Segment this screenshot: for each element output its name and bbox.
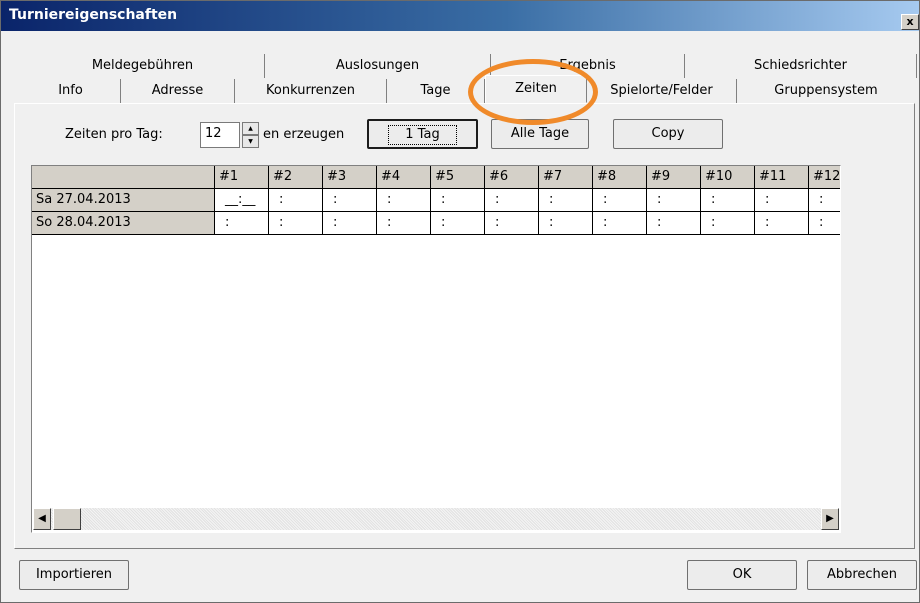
tab-konkurrenzen[interactable]: Konkurrenzen [235, 79, 387, 103]
time-cell[interactable]: : [701, 212, 755, 235]
spin-up-icon[interactable]: ▲ [242, 122, 259, 135]
time-cell[interactable]: : [647, 212, 701, 235]
times-grid[interactable]: #1 #2 #3 #4 #5 #6 #7 #8 #9 #10 #11 #12 S… [31, 165, 841, 533]
grid-col-header: #1 [215, 166, 269, 189]
time-cell[interactable]: __:__ [215, 189, 269, 212]
time-cell[interactable]: : [539, 212, 593, 235]
time-cell[interactable]: : [431, 212, 485, 235]
tab-gruppensystem[interactable]: Gruppensystem [737, 79, 915, 103]
tab-spielorte-felder[interactable]: Spielorte/Felder [587, 79, 737, 103]
time-cell[interactable]: : [485, 212, 539, 235]
close-icon[interactable]: x [901, 14, 919, 30]
spin-down-icon[interactable]: ▼ [242, 135, 259, 148]
time-cell[interactable]: : [269, 212, 323, 235]
highlight-circle [468, 59, 598, 125]
time-cell[interactable]: : [539, 189, 593, 212]
time-cell[interactable]: : [593, 212, 647, 235]
time-cell[interactable]: : [647, 189, 701, 212]
scroll-thumb[interactable] [53, 508, 81, 530]
time-cell[interactable]: : [593, 189, 647, 212]
tab-adresse[interactable]: Adresse [121, 79, 235, 103]
time-cell[interactable]: : [323, 212, 377, 235]
copy-button[interactable]: Copy [613, 119, 723, 149]
horizontal-scrollbar[interactable]: ◀ ▶ [33, 508, 839, 530]
ok-button[interactable]: OK [687, 560, 797, 590]
time-cell[interactable]: : [431, 189, 485, 212]
time-cell[interactable]: : [377, 189, 431, 212]
tab-info[interactable]: Info [21, 79, 121, 103]
zeiten-spinner[interactable]: ▲ ▼ [242, 122, 259, 149]
grid-corner-cell [32, 166, 215, 189]
grid-col-header: #7 [539, 166, 593, 189]
grid-col-header: #12 [809, 166, 840, 189]
grid-row-header: So 28.04.2013 [32, 212, 215, 235]
grid-col-header: #9 [647, 166, 701, 189]
tab-meldegebuehren[interactable]: Meldegebühren [21, 54, 265, 78]
cancel-button[interactable]: Abbrechen [807, 560, 917, 590]
erzeugen-label: en erzeugen [263, 127, 345, 142]
generate-one-day-button[interactable]: 1 Tag [367, 119, 478, 149]
time-cell[interactable]: : [755, 189, 809, 212]
scroll-right-icon[interactable]: ▶ [821, 508, 839, 530]
tab-auslosungen[interactable]: Auslosungen [265, 54, 491, 78]
time-cell[interactable]: : [377, 212, 431, 235]
import-button[interactable]: Importieren [19, 560, 129, 590]
tournament-properties-dialog: Turniereigenschaften x Meldegebühren Aus… [0, 0, 920, 603]
zeiten-pro-tag-label: Zeiten pro Tag: [65, 127, 163, 142]
title-bar: Turniereigenschaften x [1, 1, 919, 31]
grid-col-header: #2 [269, 166, 323, 189]
grid-col-header: #5 [431, 166, 485, 189]
grid-col-header: #4 [377, 166, 431, 189]
tab-schiedsrichter[interactable]: Schiedsrichter [685, 54, 917, 78]
time-cell[interactable]: : [809, 189, 840, 212]
time-cell[interactable]: : [215, 212, 269, 235]
grid-col-header: #8 [593, 166, 647, 189]
grid-col-header: #10 [701, 166, 755, 189]
time-cell[interactable]: : [755, 212, 809, 235]
grid-col-header: #6 [485, 166, 539, 189]
time-cell[interactable]: : [323, 189, 377, 212]
time-cell[interactable]: : [485, 189, 539, 212]
time-cell[interactable]: : [701, 189, 755, 212]
zeiten-pro-tag-input[interactable]: 12 [200, 122, 240, 148]
scroll-left-icon[interactable]: ◀ [33, 508, 51, 530]
grid-row-header: Sa 27.04.2013 [32, 189, 215, 212]
generate-one-day-label: 1 Tag [388, 125, 457, 145]
window-title: Turniereigenschaften [9, 7, 178, 23]
grid-col-header: #11 [755, 166, 809, 189]
grid-col-header: #3 [323, 166, 377, 189]
time-cell[interactable]: : [269, 189, 323, 212]
time-cell[interactable]: : [809, 212, 840, 235]
